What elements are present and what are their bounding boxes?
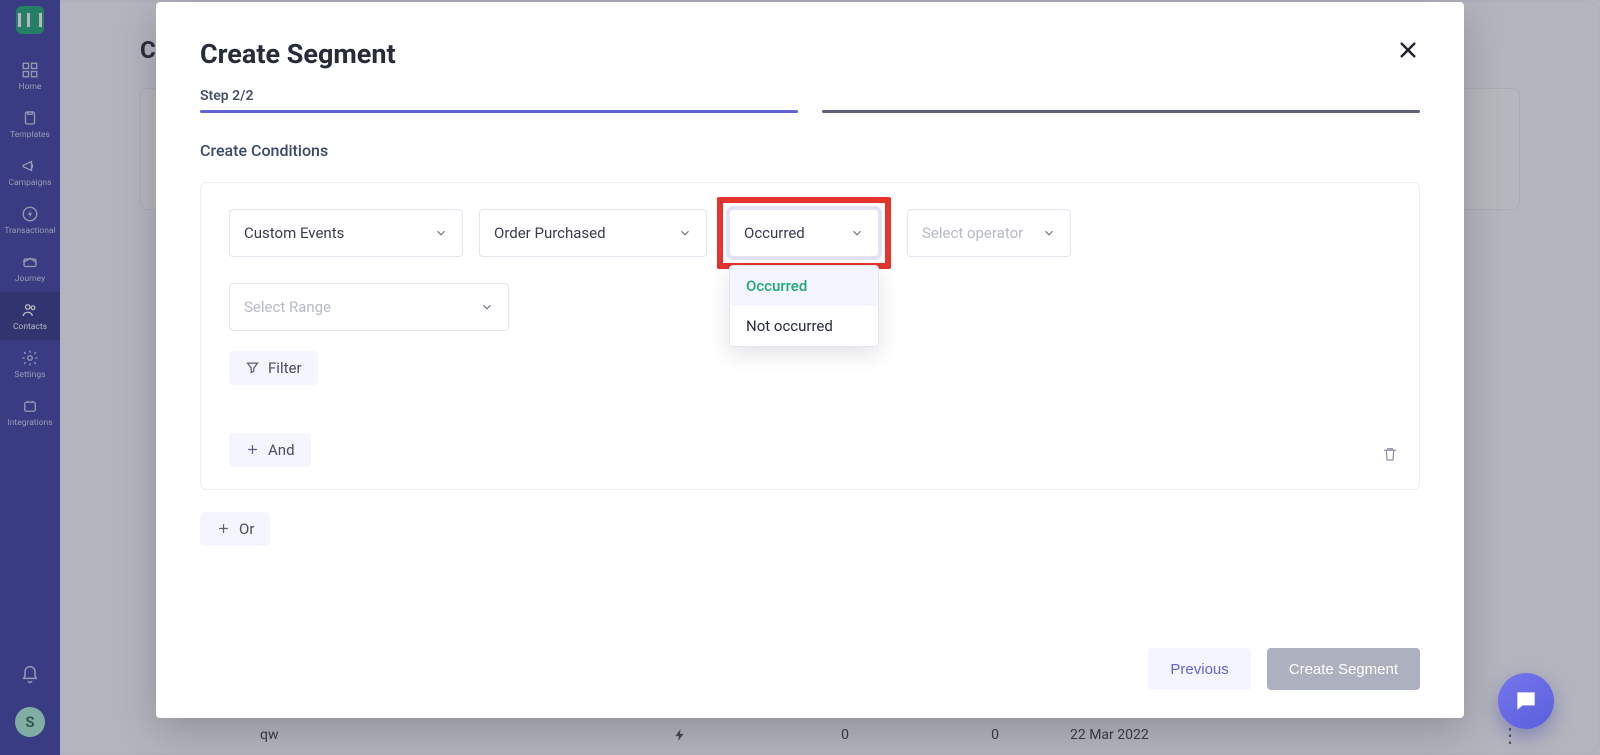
step-indicator: Step 2/2 [200,88,1420,104]
chevron-down-icon [1042,226,1056,240]
occurrence-value: Occurred [744,224,805,242]
chat-widget-button[interactable] [1498,673,1554,729]
plus-icon [216,521,231,536]
modal-footer: Previous Create Segment [200,624,1420,690]
plus-icon [245,442,260,457]
range-placeholder: Select Range [244,298,331,316]
chevron-down-icon [480,300,494,314]
create-segment-modal: Create Segment Step 2/2 Create Condition… [156,2,1464,718]
close-button[interactable] [1396,38,1420,68]
trash-icon [1381,445,1399,463]
occurrence-highlight: Occurred Occurred Not occurred [717,197,891,269]
previous-button[interactable]: Previous [1148,648,1250,690]
range-select[interactable]: Select Range [229,283,509,331]
chat-icon [1513,688,1539,714]
operator-select[interactable]: Select operator [907,209,1071,257]
previous-label: Previous [1170,661,1228,678]
occurrence-dropdown: Occurred Not occurred [729,265,879,347]
progress-bars [200,110,1420,113]
condition-group: Custom Events Order Purchased Occurred O… [200,182,1420,490]
modal-title: Create Segment [200,38,396,70]
create-segment-button[interactable]: Create Segment [1267,648,1420,690]
chevron-down-icon [850,226,864,240]
or-label: Or [239,520,254,538]
delete-condition-button[interactable] [1381,445,1399,467]
filter-label: Filter [268,359,302,377]
filter-icon [245,360,260,375]
add-and-button[interactable]: And [229,433,311,467]
create-segment-label: Create Segment [1289,661,1398,678]
and-label: And [268,441,295,459]
event-type-select[interactable]: Custom Events [229,209,463,257]
operator-placeholder: Select operator [922,224,1023,242]
filter-button[interactable]: Filter [229,351,318,385]
occurrence-select[interactable]: Occurred [729,209,879,257]
event-name-value: Order Purchased [494,224,606,242]
chevron-down-icon [678,226,692,240]
chevron-down-icon [434,226,448,240]
add-or-button[interactable]: Or [200,512,270,546]
event-name-select[interactable]: Order Purchased [479,209,707,257]
section-subtitle: Create Conditions [200,141,1420,160]
occurrence-option-not-occurred[interactable]: Not occurred [730,306,878,346]
progress-step-2 [822,110,1420,113]
event-type-value: Custom Events [244,224,344,242]
occurrence-option-occurred[interactable]: Occurred [730,266,878,306]
progress-step-1 [200,110,798,113]
close-icon [1396,38,1420,62]
